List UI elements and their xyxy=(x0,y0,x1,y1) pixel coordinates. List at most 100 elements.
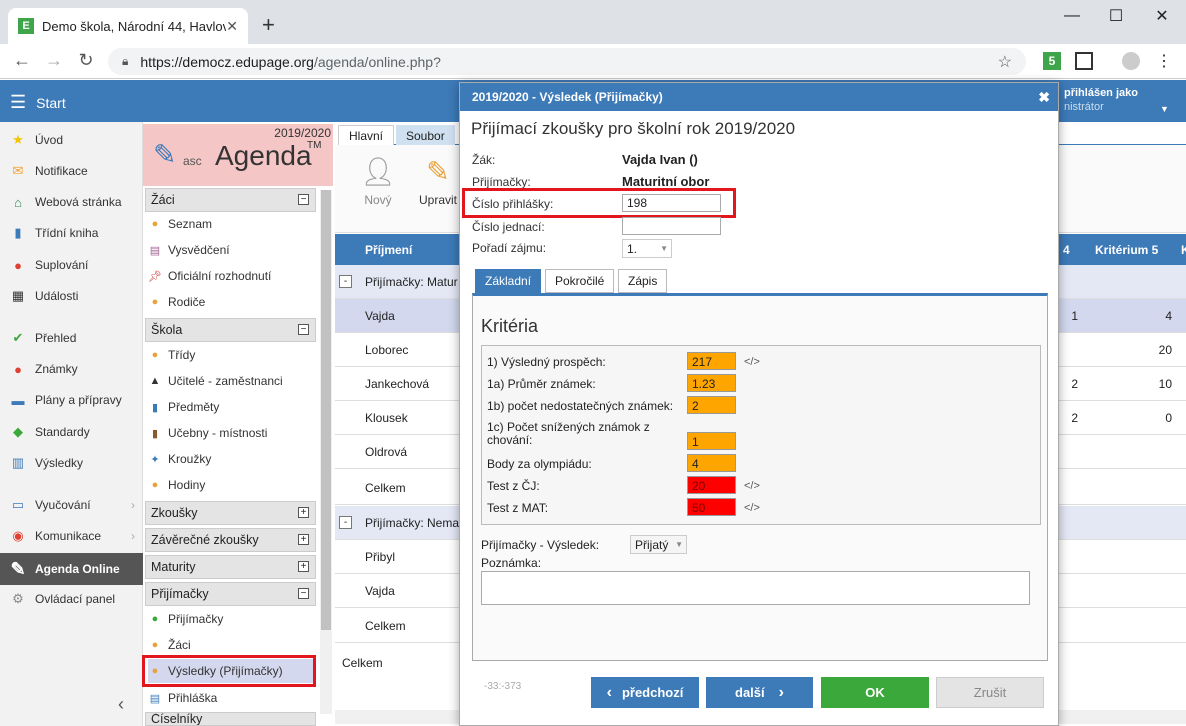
collapse-group-icon[interactable]: - xyxy=(339,275,352,288)
sidebar-item-komunikace[interactable]: ◉ Komunikace › xyxy=(0,522,143,550)
link-prijimacky-zaci[interactable]: ● Žáci xyxy=(148,633,191,657)
criterion-label: Body za olympiádu: xyxy=(487,457,592,471)
link-hodiny[interactable]: ● Hodiny xyxy=(148,473,206,497)
col-kriterium4[interactable]: 4 xyxy=(1063,243,1070,257)
sidebar-item-udalosti[interactable]: ▦ Události xyxy=(0,282,143,310)
previous-button[interactable]: ‹ předchozí xyxy=(591,677,699,708)
teacher-icon: ▲ xyxy=(149,375,161,387)
criterion-value[interactable]: 2 xyxy=(687,396,736,414)
scrollbar-thumb[interactable] xyxy=(321,190,331,630)
browser-toolbar: ← → ↻ 🔒︎ https://democz.edupage.org/agen… xyxy=(0,44,1186,79)
sidebar-item-tridni-kniha[interactable]: ▮ Třídní kniha xyxy=(0,219,143,247)
user-info[interactable]: přihlášen jako nistrátor ▼ xyxy=(1064,86,1176,118)
sidebar-item-vyucovani[interactable]: ▭ Vyučování › xyxy=(0,491,143,519)
section-prijimacky[interactable]: Přijímačky − xyxy=(145,582,316,606)
sidebar-item-znamky[interactable]: ● Známky xyxy=(0,355,143,383)
col-kriterium5[interactable]: Kritérium 5 xyxy=(1095,243,1158,257)
criterion-value[interactable]: 50 xyxy=(687,498,736,516)
bookmark-star-icon[interactable]: ☆ xyxy=(998,52,1012,72)
reload-icon[interactable]: ↻ xyxy=(74,50,98,71)
poradi-zajmu-select[interactable]: 1. ▼ xyxy=(622,239,672,258)
maximize-icon[interactable]: ☐ xyxy=(1096,4,1136,28)
new-button[interactable]: 👤︎ Nový xyxy=(353,155,403,207)
sidebar-item-prehled[interactable]: ✔ Přehled xyxy=(0,324,143,352)
poznamka-textarea[interactable] xyxy=(481,571,1030,605)
col-prijmeni[interactable]: Příjmení xyxy=(365,243,412,257)
extension-icon[interactable]: 5 xyxy=(1043,52,1061,70)
link-oficialni-rozhodnuti[interactable]: 📌︎ Oficiální rozhodnutí xyxy=(148,264,271,288)
link-predmety[interactable]: ▮ Předměty xyxy=(148,395,219,419)
sidebar-item-webova-stranka[interactable]: ⌂ Webová stránka xyxy=(0,188,143,216)
link-prihlaska[interactable]: ▤ Přihláška xyxy=(148,686,218,710)
cislo-jednaci-input[interactable] xyxy=(622,217,721,235)
link-prijimacky[interactable]: ● Přijímačky xyxy=(148,607,224,631)
start-button[interactable]: ☰ Start xyxy=(10,92,66,113)
menu-kebab-icon[interactable]: ⋮ xyxy=(1155,52,1173,70)
sidebar-item-notifikace[interactable]: ✉ Notifikace xyxy=(0,157,143,185)
vysledek-select[interactable]: Přijatý ▼ xyxy=(630,535,687,554)
link-vysvedceni[interactable]: ▤ Vysvědčení xyxy=(148,238,230,262)
back-icon[interactable]: ← xyxy=(10,50,34,71)
link-tridy[interactable]: ● Třídy xyxy=(148,343,196,367)
sidebar-item-agenda-online[interactable]: ✎ Agenda Online xyxy=(0,553,143,585)
edit-button[interactable]: ✎ Upravit xyxy=(413,155,463,207)
sidebar-item-uvod[interactable]: ★ Úvod xyxy=(0,126,143,154)
link-seznam[interactable]: ● Seznam xyxy=(148,212,212,236)
tab-pokrocile[interactable]: Pokročilé xyxy=(545,269,615,293)
criterion-value[interactable]: 4 xyxy=(687,454,736,472)
formula-icon[interactable]: </> xyxy=(744,480,760,492)
col-kriterium6[interactable]: K xyxy=(1181,243,1186,257)
minimize-icon[interactable]: — xyxy=(1052,4,1092,28)
new-tab-icon[interactable]: + xyxy=(262,12,275,38)
window-close-icon[interactable]: ✕ xyxy=(1142,4,1182,28)
criterion-value[interactable]: 217 xyxy=(687,352,736,370)
sidebar-item-suplovani[interactable]: ● Suplování xyxy=(0,251,143,279)
link-ucebny[interactable]: ▮ Učebny - místnosti xyxy=(148,421,267,445)
section-zkousky[interactable]: Zkoušky + xyxy=(145,501,316,525)
formula-icon[interactable]: </> xyxy=(744,502,760,514)
cancel-button[interactable]: Zrušit xyxy=(936,677,1044,708)
expand-icon[interactable]: + xyxy=(298,507,309,518)
tab-close-icon[interactable]: ✕ xyxy=(226,18,238,35)
cislo-prihlasky-input[interactable]: 198 xyxy=(622,194,721,212)
expand-icon[interactable]: + xyxy=(298,561,309,572)
nav-scrollbar[interactable] xyxy=(320,190,332,714)
expand-icon[interactable]: + xyxy=(298,534,309,545)
tab-zapis[interactable]: Zápis xyxy=(618,269,668,293)
link-ucitele[interactable]: ▲ Učitelé - zaměstnanci xyxy=(148,369,283,393)
forward-icon[interactable]: → xyxy=(42,50,66,71)
collapse-icon[interactable]: − xyxy=(298,588,309,599)
section-skola[interactable]: Škola − xyxy=(145,318,316,342)
formula-icon[interactable]: </> xyxy=(744,356,760,368)
sidebar-item-plany[interactable]: ▬ Plány a přípravy xyxy=(0,386,143,414)
tab-soubor[interactable]: Soubor xyxy=(396,125,455,146)
profile-avatar-icon[interactable] xyxy=(1122,52,1140,70)
section-zaverecne-zkousky[interactable]: Závěrečné zkoušky + xyxy=(145,528,316,552)
tab-hlavni[interactable]: Hlavní xyxy=(338,125,395,146)
link-krouzky[interactable]: ✦ Kroužky xyxy=(148,447,211,471)
section-zaci[interactable]: Žáci − xyxy=(145,188,316,212)
next-button[interactable]: další › xyxy=(706,677,813,708)
highlight-frame xyxy=(142,655,316,687)
capture-icon[interactable] xyxy=(1075,52,1093,70)
tab-zakladni[interactable]: Základní xyxy=(475,269,542,293)
ok-button[interactable]: OK xyxy=(821,677,929,708)
sidebar-item-ovladaci-panel[interactable]: ⚙ Ovládací panel xyxy=(0,585,143,613)
sidebar-item-standardy[interactable]: ◆ Standardy xyxy=(0,418,143,446)
criterion-value[interactable]: 1 xyxy=(687,432,736,450)
collapse-icon[interactable]: − xyxy=(298,324,309,335)
dialog-close-icon[interactable]: ✖ xyxy=(1038,89,1050,106)
criterion-value[interactable]: 20 xyxy=(687,476,736,494)
criterion-value[interactable]: 1.23 xyxy=(687,374,736,392)
club-icon: ✦ xyxy=(150,453,160,466)
section-maturity[interactable]: Maturity + xyxy=(145,555,316,579)
collapse-sidebar-icon[interactable]: ‹ xyxy=(118,694,124,715)
tab-title: Demo škola, Národní 44, Havlov xyxy=(42,18,227,34)
link-rodice[interactable]: ● Rodiče xyxy=(148,290,206,314)
collapse-icon[interactable]: − xyxy=(298,194,309,205)
browser-tab[interactable]: E Demo škola, Národní 44, Havlov ✕ xyxy=(8,8,248,44)
sidebar-item-vysledky[interactable]: ▥ Výsledky xyxy=(0,449,143,477)
address-bar[interactable]: 🔒︎ https://democz.edupage.org/agenda/onl… xyxy=(108,48,1026,75)
collapse-group-icon[interactable]: - xyxy=(339,516,352,529)
section-ciselniky[interactable]: Číselníky xyxy=(145,712,316,726)
